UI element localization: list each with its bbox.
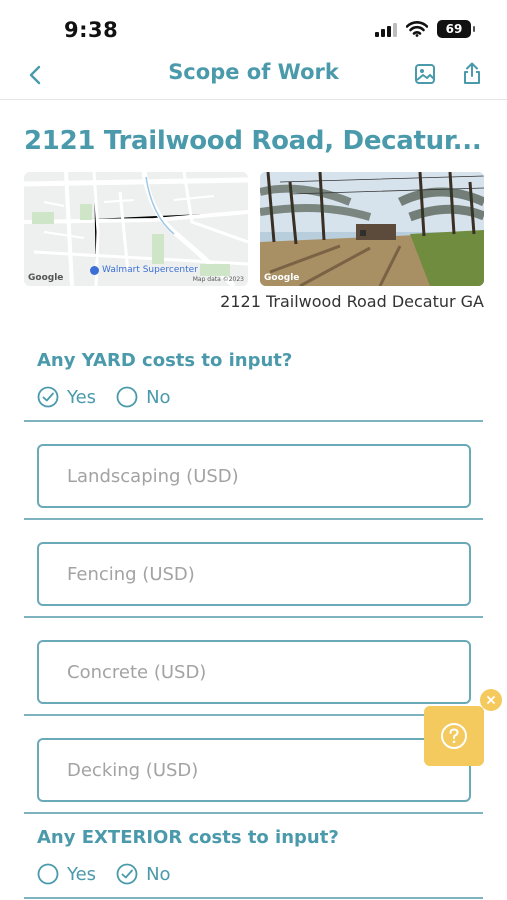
street-view-google-logo: Google [264, 273, 300, 283]
street-view-thumbnail[interactable]: Google [260, 172, 484, 286]
share-icon [464, 62, 480, 84]
close-icon [487, 696, 495, 704]
help-button[interactable] [424, 706, 484, 766]
property-address-title: 2121 Trailwood Road, Decatur... [24, 126, 482, 156]
concrete-input[interactable] [39, 642, 469, 702]
landscaping-input[interactable] [39, 446, 469, 506]
exterior-question: Any EXTERIOR costs to input? [37, 827, 339, 848]
divider [24, 714, 483, 716]
exterior-yes-label: Yes [67, 863, 97, 885]
status-icons: 69 [375, 20, 475, 38]
check-circle-icon [37, 386, 59, 408]
yard-yes-option[interactable]: Yes [37, 386, 96, 408]
divider [24, 518, 483, 520]
wifi-icon [406, 21, 428, 37]
share-button[interactable] [458, 58, 486, 88]
gallery-button[interactable] [411, 60, 439, 88]
yard-yes-label: Yes [67, 386, 97, 408]
status-bar: 9:38 69 [0, 0, 507, 56]
yard-no-option[interactable]: No [116, 386, 171, 408]
yard-no-label: No [146, 386, 171, 408]
concrete-cost-field[interactable] [37, 640, 471, 704]
status-time: 9:38 [64, 18, 119, 42]
help-close-button[interactable] [480, 689, 502, 711]
yard-question: Any YARD costs to input? [37, 350, 293, 371]
exterior-radio-group: Yes No [37, 863, 191, 885]
decking-cost-field[interactable] [37, 738, 471, 802]
divider [24, 897, 483, 899]
question-circle-icon [441, 723, 467, 749]
divider [24, 420, 483, 422]
image-icon [415, 64, 435, 84]
exterior-no-label: No [146, 863, 171, 885]
divider [24, 812, 483, 814]
cellular-signal-icon [375, 21, 397, 37]
fencing-cost-field[interactable] [37, 542, 471, 606]
yard-radio-group: Yes No [37, 386, 191, 408]
map-attribution: Map data ©2023 [192, 276, 244, 283]
check-circle-icon [116, 863, 138, 885]
divider [24, 616, 483, 618]
property-address-caption: 2121 Trailwood Road Decatur GA [220, 292, 484, 311]
street-view-image [260, 172, 484, 286]
map-thumbnail[interactable]: Walmart Supercenter Google Map data ©202… [24, 172, 248, 286]
map-pin-icon [90, 265, 99, 275]
fencing-input[interactable] [39, 544, 469, 604]
landscaping-cost-field[interactable] [37, 444, 471, 508]
map-google-logo: Google [28, 273, 64, 283]
nav-bar: Scope of Work [0, 52, 507, 100]
exterior-yes-option[interactable]: Yes [37, 863, 96, 885]
exterior-no-option[interactable]: No [116, 863, 171, 885]
decking-input[interactable] [39, 740, 469, 800]
empty-circle-icon [116, 386, 138, 408]
empty-circle-icon [37, 863, 59, 885]
map-poi-label: Walmart Supercenter [90, 265, 198, 275]
battery-icon: 69 [437, 20, 475, 38]
